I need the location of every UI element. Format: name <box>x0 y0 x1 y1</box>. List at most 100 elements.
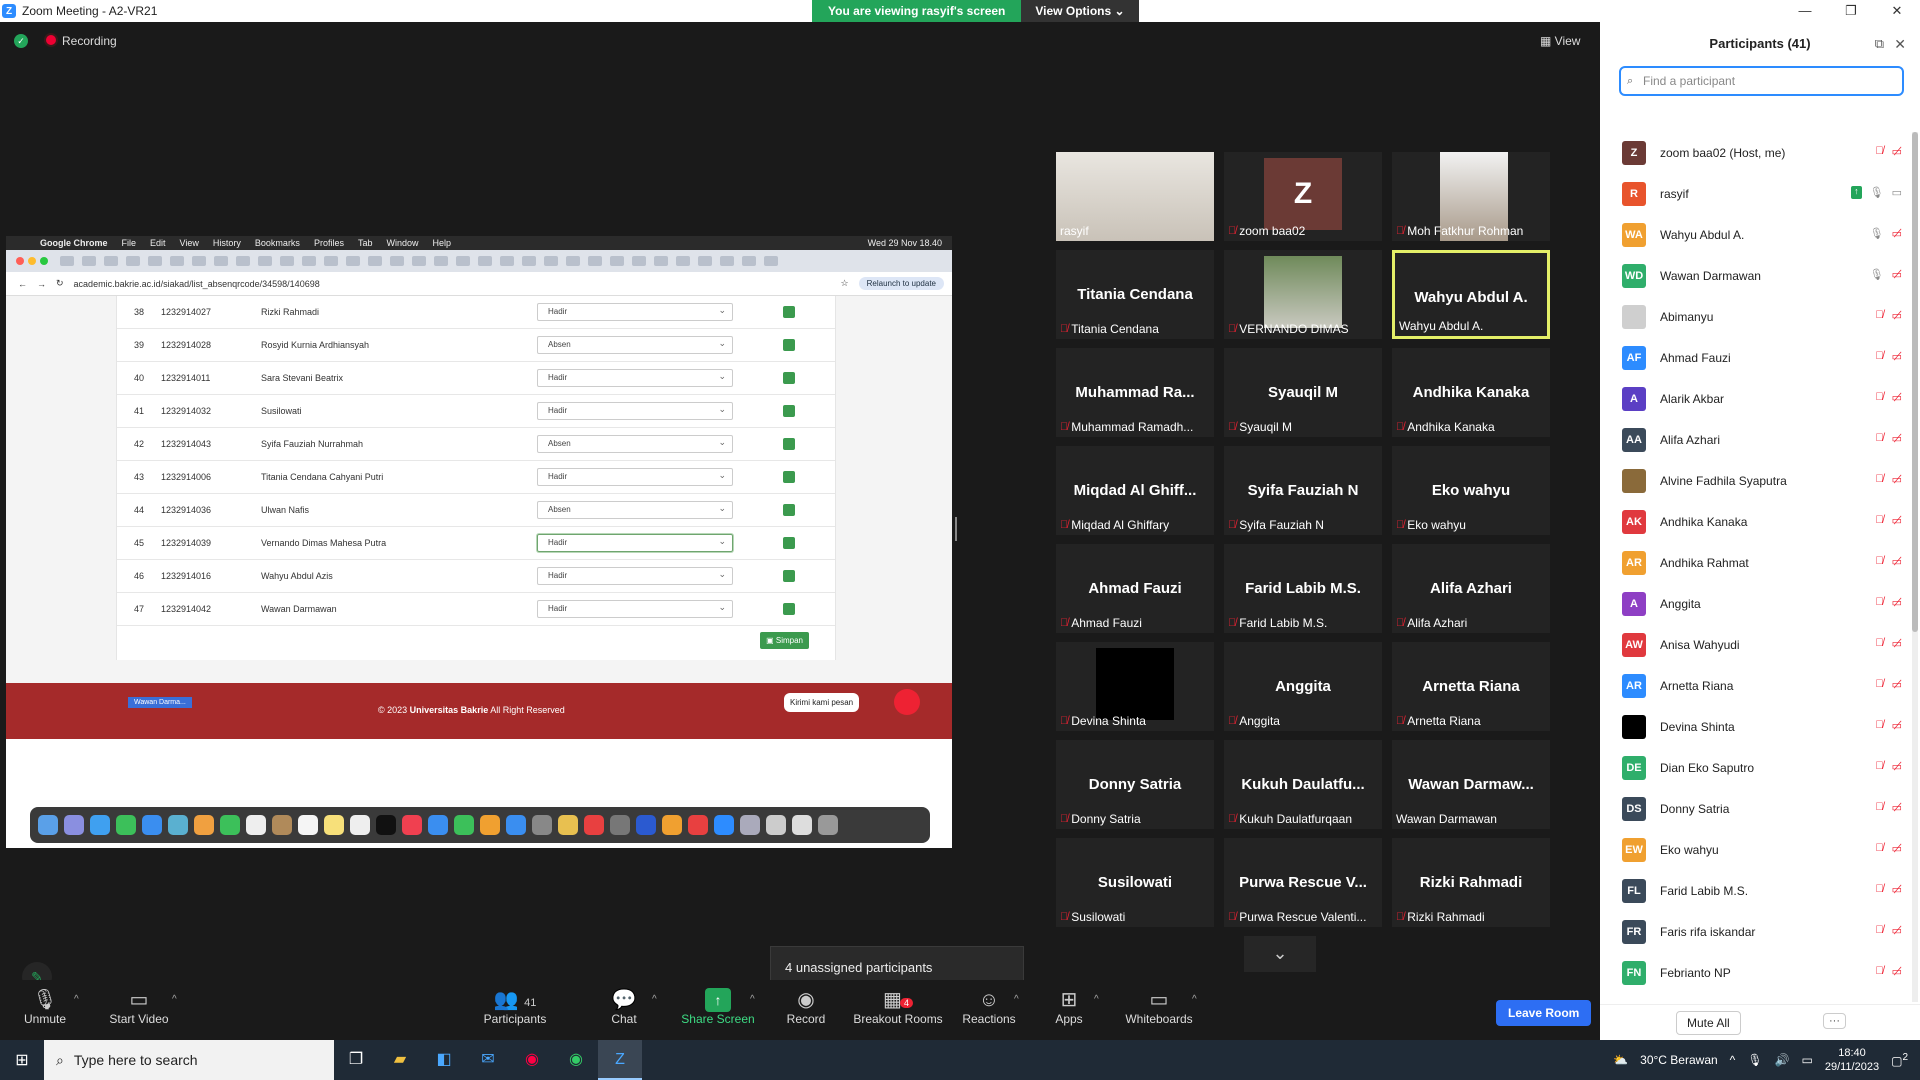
participant-row[interactable]: AR Andhika Rahmat 🎙̸ ▭̸ <box>1600 542 1910 583</box>
record-button[interactable]: ◉ Record <box>784 988 828 1026</box>
zoom-taskbar-icon[interactable]: Z <box>598 1040 642 1080</box>
reactions-options-caret-icon[interactable]: ^ <box>1014 994 1019 1005</box>
chrome-icon[interactable]: ◉ <box>510 1040 554 1080</box>
video-tile[interactable]: Wawan Darmaw... Wawan Darmawan <box>1392 740 1550 829</box>
participant-row[interactable]: FR Faris rifa iskandar 🎙̸ ▭̸ <box>1600 911 1910 952</box>
participant-row[interactable]: AR Arnetta Riana 🎙̸ ▭̸ <box>1600 665 1910 706</box>
security-shield-icon[interactable]: ✓ <box>14 34 28 48</box>
video-tile[interactable]: Alifa Azhari 🎙̸ Alifa Azhari <box>1392 544 1550 633</box>
breakout-rooms-button[interactable]: ▦ 4 Breakout Rooms <box>850 988 946 1026</box>
video-tile[interactable]: 🎙̸ Devina Shinta <box>1056 642 1214 731</box>
participant-row[interactable]: WA Wahyu Abdul A. 🎙 ▭̸ <box>1600 214 1910 255</box>
video-tile[interactable]: Muhammad Ra... 🎙̸ Muhammad Ramadh... <box>1056 348 1214 437</box>
participant-row[interactable]: AK Andhika Kanaka 🎙̸ ▭̸ <box>1600 501 1910 542</box>
minimize-button[interactable]: — <box>1782 0 1828 22</box>
recording-indicator[interactable]: Recording <box>46 34 117 48</box>
leave-room-button[interactable]: Leave Room <box>1496 1000 1592 1026</box>
participant-row[interactable]: FN Febrianto NP 🎙̸ ▭̸ <box>1600 952 1910 993</box>
chat-button[interactable]: 💬 Chat <box>604 988 644 1026</box>
close-panel-icon[interactable]: ✕ <box>1894 22 1906 66</box>
maximize-button[interactable]: ❐ <box>1828 0 1874 22</box>
store-icon[interactable]: ◧ <box>422 1040 466 1080</box>
apps-button[interactable]: ⊞ Apps <box>1054 988 1084 1026</box>
participant-row[interactable]: AF Ahmad Fauzi 🎙̸ ▭̸ <box>1600 337 1910 378</box>
mute-all-button[interactable]: Mute All <box>1676 1011 1741 1035</box>
mic-tray-icon[interactable]: 🎙 <box>1747 1053 1762 1067</box>
video-tile[interactable]: Farid Labib M.S. 🎙̸ Farid Labib M.S. <box>1224 544 1382 633</box>
video-tile[interactable]: 🎙̸ VERNANDO DIMAS <box>1224 250 1382 339</box>
participant-row[interactable]: DS Donny Satria 🎙̸ ▭̸ <box>1600 788 1910 829</box>
video-tile[interactable]: Purwa Rescue V... 🎙̸ Purwa Rescue Valenti.… <box>1224 838 1382 927</box>
close-window-button[interactable]: ✕ <box>1874 0 1920 22</box>
participant-row[interactable]: A Alarik Akbar 🎙̸ ▭̸ <box>1600 378 1910 419</box>
participant-row[interactable]: Abimanyu 🎙̸ ▭̸ <box>1600 296 1910 337</box>
taskbar-search-input[interactable]: ⌕ Type here to search <box>44 1040 334 1080</box>
participant-row[interactable]: EW Eko wahyu 🎙̸ ▭̸ <box>1600 829 1910 870</box>
volume-icon[interactable]: 🔊 <box>1775 1053 1790 1067</box>
task-view-icon[interactable]: ❐ <box>334 1040 378 1080</box>
tray-chevron-up-icon[interactable]: ^ <box>1730 1053 1736 1067</box>
participant-row[interactable]: AW Anisa Wahyudi 🎙̸ ▭̸ <box>1600 624 1910 665</box>
video-tile[interactable]: 🎙̸ Moh Fatkhur Rohman <box>1392 152 1550 241</box>
participant-row[interactable]: Rrasyif ↑ 🎙 ▭ <box>1600 173 1910 214</box>
tile-name-label: 🎙̸ Syifa Fauziah N <box>1228 518 1324 532</box>
participant-row[interactable]: DE Dian Eko Saputro 🎙̸ ▭̸ <box>1600 747 1910 788</box>
video-tile[interactable]: Arnetta Riana 🎙̸ Arnetta Riana <box>1392 642 1550 731</box>
participant-row[interactable]: WD Wawan Darmawan 🎙 ▭̸ <box>1600 255 1910 296</box>
video-tile[interactable]: Kukuh Daulatfu... 🎙̸ Kukuh Daulatfurqaan <box>1224 740 1382 829</box>
popout-icon[interactable]: ⧉ <box>1875 22 1884 66</box>
video-options-caret-icon[interactable]: ^ <box>172 994 177 1005</box>
share-options-caret-icon[interactable]: ^ <box>750 994 755 1005</box>
keynote-icon <box>428 815 448 835</box>
video-tile[interactable]: Eko wahyu 🎙̸ Eko wahyu <box>1392 446 1550 535</box>
whiteboards-options-caret-icon[interactable]: ^ <box>1192 994 1197 1005</box>
mail-icon[interactable]: ✉ <box>466 1040 510 1080</box>
video-tile[interactable]: Rizki Rahmadi 🎙̸ Rizki Rahmadi <box>1392 838 1550 927</box>
video-tile[interactable]: Anggita 🎙̸ Anggita <box>1224 642 1382 731</box>
participant-list-scrollbar[interactable] <box>1912 132 1918 1002</box>
participant-row[interactable]: Devina Shinta 🎙̸ ▭̸ <box>1600 706 1910 747</box>
weather-text[interactable]: 30°C Berawan <box>1640 1053 1718 1067</box>
participant-row[interactable]: A Anggita 🎙̸ ▭̸ <box>1600 583 1910 624</box>
view-options-button[interactable]: View Options ⌄ <box>1021 0 1139 22</box>
participant-row[interactable]: Alvine Fadhila Syaputra 🎙̸ ▭̸ <box>1600 460 1910 501</box>
video-tile[interactable]: Syifa Fauziah N 🎙̸ Syifa Fauziah N <box>1224 446 1382 535</box>
next-page-chevron-down-icon[interactable]: ⌄ <box>1244 936 1316 972</box>
video-tile[interactable]: Titania Cendana 🎙̸ Titania Cendana <box>1056 250 1214 339</box>
chrome-profile-icon[interactable]: ◉ <box>554 1040 598 1080</box>
table-row: 38 1232914027 Rizki Rahmadi Hadir <box>117 296 835 329</box>
video-tile[interactable]: Z 🎙̸ zoom baa02 <box>1224 152 1382 241</box>
share-screen-button[interactable]: ↑ Share Screen <box>680 988 756 1026</box>
apps-options-caret-icon[interactable]: ^ <box>1094 994 1099 1005</box>
video-tile[interactable]: Wahyu Abdul A. Wahyu Abdul A. <box>1392 250 1550 339</box>
chat-options-caret-icon[interactable]: ^ <box>652 994 657 1005</box>
video-tile[interactable]: Miqdad Al Ghiff... 🎙̸ Miqdad Al Ghiffary <box>1056 446 1214 535</box>
video-tile[interactable]: Donny Satria 🎙̸ Donny Satria <box>1056 740 1214 829</box>
network-icon[interactable]: ▭ <box>1802 1053 1813 1067</box>
notifications-icon[interactable]: ▢2 <box>1891 1052 1908 1068</box>
mic-muted-icon: 🎙̸ <box>1060 911 1069 923</box>
more-options-button[interactable]: ··· <box>1823 1013 1846 1029</box>
taskbar-clock[interactable]: 18:40 29/11/2023 <box>1825 1046 1879 1074</box>
video-tile[interactable]: Ahmad Fauzi 🎙̸ Ahmad Fauzi <box>1056 544 1214 633</box>
weather-icon[interactable]: ⛅ <box>1613 1053 1628 1067</box>
file-explorer-icon[interactable]: ▰ <box>378 1040 422 1080</box>
start-video-button[interactable]: ▭ Start Video <box>104 988 174 1026</box>
participants-button[interactable]: 👥 41 Participants <box>480 988 550 1026</box>
unmute-button[interactable]: 🎙 Unmute <box>20 988 70 1026</box>
reactions-button[interactable]: ☺ Reactions <box>962 988 1016 1026</box>
participant-row[interactable]: AA Alifa Azhari 🎙̸ ▭̸ <box>1600 419 1910 460</box>
video-tile[interactable]: Syauqil M 🎙̸ Syauqil M <box>1224 348 1382 437</box>
video-tile[interactable]: Andhika Kanaka 🎙̸ Andhika Kanaka <box>1392 348 1550 437</box>
mic-muted-icon: 🎙̸ <box>1396 911 1405 923</box>
video-tile[interactable]: rasyif <box>1056 152 1214 241</box>
audio-options-caret-icon[interactable]: ^ <box>74 994 79 1005</box>
participant-row[interactable]: FL Farid Labib M.S. 🎙̸ ▭̸ <box>1600 870 1910 911</box>
view-button[interactable]: ▦ View <box>1540 34 1580 48</box>
whiteboards-button[interactable]: ▭ Whiteboards <box>1124 988 1194 1026</box>
participant-row[interactable]: Zzoom baa02 (Host, me) 🎙̸ ▭̸ <box>1600 132 1910 173</box>
split-handle[interactable] <box>955 517 957 541</box>
participant-search-input[interactable]: ⌕ Find a participant <box>1619 66 1904 96</box>
video-tile[interactable]: Susilowati 🎙̸ Susilowati <box>1056 838 1214 927</box>
windows-start-icon[interactable]: ⊞ <box>0 1050 44 1070</box>
